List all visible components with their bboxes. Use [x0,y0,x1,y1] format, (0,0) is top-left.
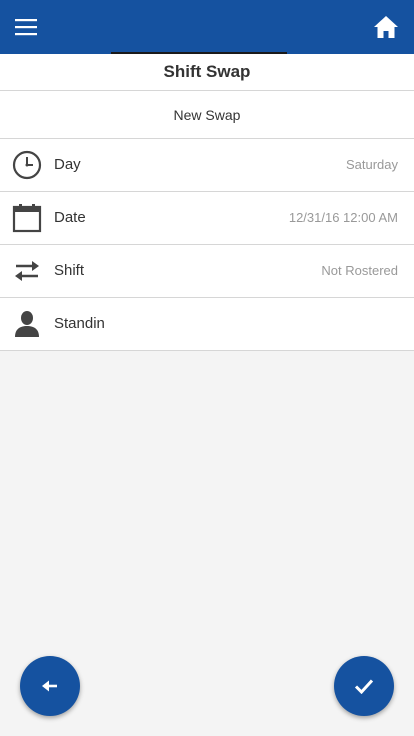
swap-arrows-icon [12,256,42,286]
row-day[interactable]: Day Saturday [0,139,414,192]
page-title-bar: Shift Swap [0,54,414,91]
hamburger-menu-icon [15,19,37,36]
row-shift[interactable]: Shift Not Rostered [0,245,414,298]
home-icon [374,16,398,38]
app-screen: Shift Swap New Swap Day Saturday Date 12… [0,0,414,736]
row-day-value: Saturday [345,157,398,172]
row-shift-value: Not Rostered [321,263,398,278]
clock-icon [12,150,42,180]
row-date[interactable]: Date 12/31/16 12:00 AM [0,192,414,245]
arrow-left-icon [42,680,57,692]
page-title: Shift Swap [163,62,251,81]
row-date-value: 12/31/16 12:00 AM [288,210,398,225]
calendar-icon [12,203,42,233]
checkmark-icon [354,679,374,694]
row-standin-label: Standin [54,315,105,332]
page-subtitle-bar: New Swap [0,91,414,139]
person-icon [12,309,42,339]
page-subtitle: New Swap [173,106,241,123]
row-date-label: Date [54,209,86,226]
top-app-bar [0,0,414,54]
swap-details-list: Day Saturday Date 12/31/16 12:00 AM Shif… [0,139,414,351]
row-day-label: Day [54,156,81,173]
row-shift-label: Shift [54,262,85,279]
confirm-button[interactable] [334,656,394,716]
row-standin[interactable]: Standin [0,298,414,351]
menu-button[interactable] [10,9,42,45]
home-button[interactable] [370,11,402,43]
back-button[interactable] [20,656,80,716]
